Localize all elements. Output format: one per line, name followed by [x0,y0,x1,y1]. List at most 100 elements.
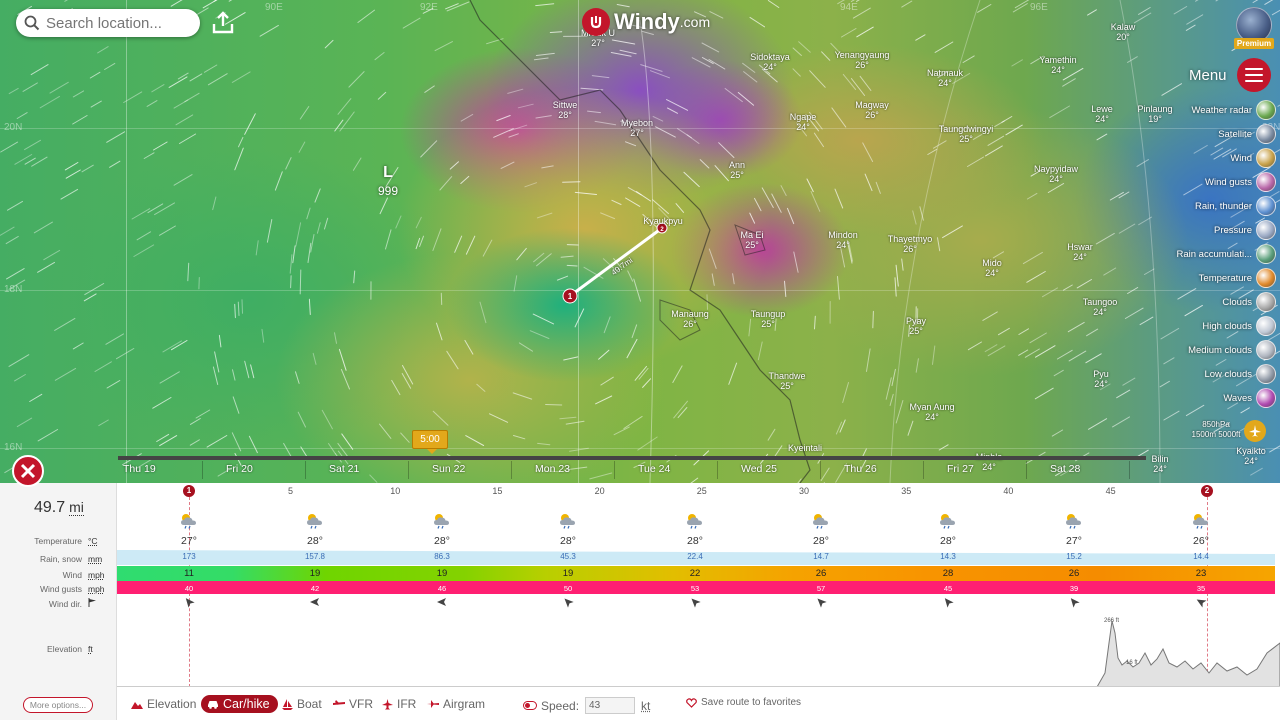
timeline-day[interactable]: Sun 22 [432,463,465,475]
city-label[interactable]: Taungoo 24° [1070,297,1130,317]
timeline-day[interactable]: Fri 27 [947,463,974,475]
timeline-day[interactable]: Thu 19 [123,463,156,475]
close-route-button[interactable] [12,455,44,487]
layer-item[interactable]: Rain accumulati... [1136,242,1276,266]
city-label[interactable]: Pyu 24° [1071,369,1131,389]
city-name: Magway [855,100,889,110]
city-label[interactable]: Ma Ei 25° [722,230,782,250]
mode-elevation[interactable]: Elevation [131,697,196,711]
mode-airgram[interactable]: Airgram [427,697,485,711]
city-label[interactable]: Sittwe 28° [535,100,595,120]
speed-input[interactable] [585,697,636,714]
logo-suffix: .com [679,14,711,30]
city-temperature: 24° [1051,65,1065,75]
city-label[interactable]: Kalaw 20° [1093,22,1153,42]
layer-item[interactable]: Weather radar [1136,98,1276,122]
menu-button[interactable] [1237,58,1271,92]
unit-toggle[interactable]: mph [88,584,108,594]
city-label[interactable]: Magway 26° [842,100,902,120]
city-label[interactable]: Kyeintali [775,443,835,453]
layer-item[interactable]: Pressure [1136,218,1276,242]
city-label[interactable]: Taungdwingyi 25° [936,124,996,144]
city-temperature: 26° [865,110,879,120]
pressure-low-center: L 999 [378,164,399,198]
layer-icon [1256,196,1276,216]
layer-item[interactable]: Medium clouds [1136,338,1276,362]
rain-cloud-icon [813,514,828,529]
mode-car-hike[interactable]: Car/hike [201,695,278,713]
timeline-day[interactable]: Mon 23 [535,463,570,475]
city-label[interactable]: Ann 25° [707,160,767,180]
city-label[interactable]: Hswar 24° [1050,242,1110,262]
timeline-day[interactable]: Thu 26 [844,463,877,475]
temperature-value: 28° [560,535,576,547]
layer-item[interactable]: Wind [1136,146,1276,170]
city-name: Sittwe [552,100,578,110]
city-label[interactable]: Natmauk 24° [915,68,975,88]
altitude-label[interactable]: 850hPa 1500m 5000ft [1188,418,1244,442]
city-temperature: 27° [630,128,644,138]
city-label[interactable]: Taungup 25° [738,309,798,329]
search-box[interactable] [16,9,200,37]
city-label[interactable]: Manaung 26° [660,309,720,329]
layer-item[interactable]: Wind gusts [1136,170,1276,194]
layer-item[interactable]: Waves [1136,386,1276,410]
layer-item[interactable]: Rain, thunder [1136,194,1276,218]
city-label[interactable]: Kyaukpyu [633,216,693,226]
mode-ifr[interactable]: IFR [382,697,416,711]
city-label[interactable]: Yamethin 24° [1028,55,1088,75]
city-label[interactable]: Mido 24° [962,258,1022,278]
unit-toggle[interactable]: mm [88,554,108,564]
city-label[interactable]: Ngape 24° [773,112,833,132]
timeline-day[interactable]: Sat 21 [329,463,359,475]
distance-unit[interactable]: mi [69,499,84,516]
windy-logo[interactable]: Windy .com [582,8,710,36]
timeline-current-time[interactable]: 5:00 [412,430,448,454]
timeline-day[interactable]: Tue 24 [638,463,670,475]
city-label[interactable]: Mindon 24° [813,230,873,250]
more-options-button[interactable]: More options... [23,697,93,713]
gust-value: 50 [563,584,573,593]
layer-item[interactable]: Low clouds [1136,362,1276,386]
city-label[interactable]: Pyay 25° [886,316,946,336]
menu-label[interactable]: Menu [1189,67,1227,84]
save-route-button[interactable]: Save route to favorites [686,697,801,708]
search-input[interactable] [46,14,186,32]
weather-map[interactable]: 20N 18N 16N 22N 90E 92E 94E 96E 1 2 49.7… [0,0,1280,483]
layer-item[interactable]: Satellite [1136,122,1276,146]
layer-icon [1256,124,1276,144]
city-label[interactable]: Thayetmyo 26° [880,234,940,254]
rain-value: 157.8 [304,552,326,561]
city-name: Hswar [1067,242,1093,252]
layer-item[interactable]: Temperature [1136,266,1276,290]
speed-unit[interactable]: kt [641,699,650,713]
timeline-days[interactable]: Thu 19 Fri 20 Sat 21 Sun 22 Mon 23 Tue 24 Wed … [118,461,1146,481]
city-label[interactable]: Lewe 24° [1072,104,1132,124]
city-label[interactable]: Myan Aung 24° [902,402,962,422]
share-icon[interactable] [210,10,236,36]
timeline-track[interactable] [118,456,1146,460]
city-label[interactable]: Myebon 27° [607,118,667,138]
layer-item[interactable]: High clouds [1136,314,1276,338]
city-label[interactable]: Yenangyaung 26° [832,50,892,70]
layer-item[interactable]: Clouds [1136,290,1276,314]
mode-vfr[interactable]: VFR [333,697,373,711]
premium-button[interactable]: Premium [1234,7,1274,51]
city-label[interactable]: Naypyidaw 24° [1026,164,1086,184]
temperature-value: 27° [1066,535,1082,547]
unit-toggle[interactable]: mph [88,570,108,580]
flag-icon[interactable] [88,598,108,609]
unit-toggle[interactable]: ft [88,644,108,654]
temperature-value: 28° [434,535,450,547]
wind-value: 28 [942,568,954,579]
city-label[interactable]: Sidoktaya 24° [740,52,800,72]
timeline-day[interactable]: Fri 20 [226,463,253,475]
altitude-button[interactable] [1244,420,1266,442]
timeline-day[interactable]: Sat 28 [1050,463,1080,475]
city-label[interactable]: Thandwe 25° [757,371,817,391]
mode-boat[interactable]: Boat [282,697,322,711]
altitude-height: 1500m 5000ft [1191,430,1241,439]
unit-toggle[interactable]: °C [88,536,108,546]
timeline-day[interactable]: Wed 25 [741,463,777,475]
city-label[interactable]: Kyaikto 24° [1221,446,1280,466]
